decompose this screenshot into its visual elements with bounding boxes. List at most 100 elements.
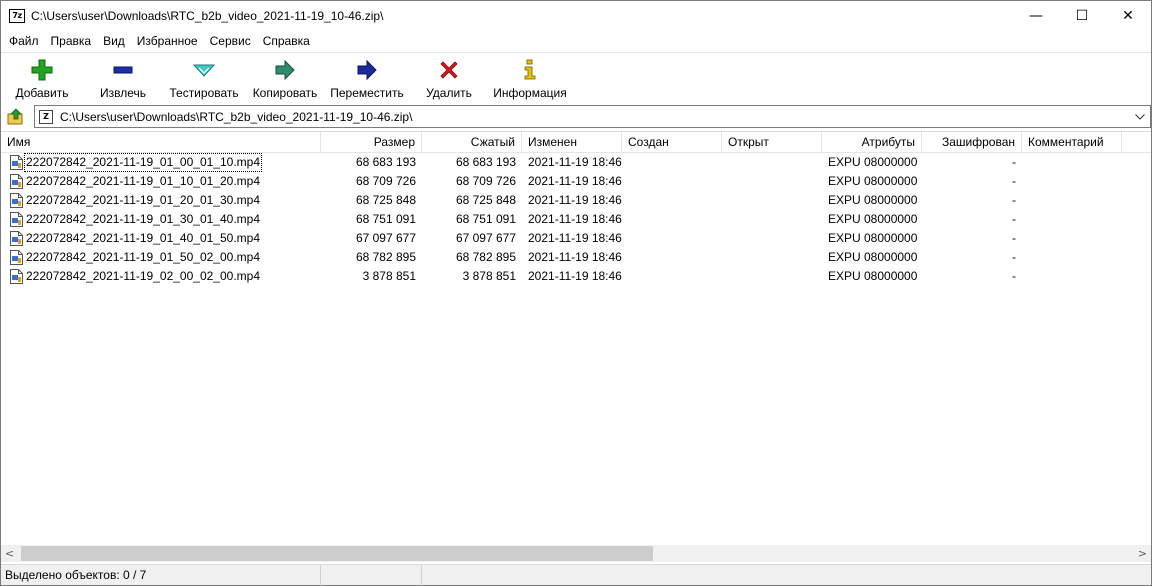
file-name[interactable]: 222072842_2021-11-19_01_10_01_20.mp4 [25,173,261,190]
minimize-button[interactable]: — [1013,1,1059,31]
file-row[interactable]: 222072842_2021-11-19_01_10_01_20.mp4 68 7… [1,172,1151,191]
menu-bar: Файл Правка Вид Избранное Сервис Справка [1,31,1151,51]
file-modified: 2021-11-19 18:46 [528,250,622,264]
file-row[interactable]: 222072842_2021-11-19_01_30_01_40.mp4 68 7… [1,210,1151,229]
scroll-thumb[interactable] [21,546,653,561]
file-packed-size: 68 683 193 [455,155,516,169]
add-button-label: Добавить [15,86,69,100]
file-modified: 2021-11-19 18:46 [528,193,622,207]
maximize-button[interactable]: ☐ [1059,1,1105,31]
file-comment [1022,153,1122,172]
path-input[interactable]: C:\Users\user\Downloads\RTC_b2b_video_20… [60,110,412,124]
file-size: 67 097 677 [355,231,416,245]
file-attributes: EXPU 08000000 [828,269,918,283]
status-selected-count: Выделено объектов: 0 / 7 [1,565,321,586]
folder-up-button[interactable] [6,107,26,127]
file-packed-size: 3 878 851 [462,269,516,283]
column-header-modified[interactable]: Изменен [522,132,622,153]
menu-help[interactable]: Справка [257,34,316,48]
file-row[interactable]: 222072842_2021-11-19_02_00_02_00.mp4 3 87… [1,267,1151,286]
file-accessed [722,229,822,248]
file-size: 68 709 726 [355,174,416,188]
scroll-left-button[interactable]: < [1,545,18,562]
video-file-icon [10,231,23,246]
column-header-attributes[interactable]: Атрибуты [822,132,922,153]
minus-icon [111,58,135,82]
status-extra [422,565,1151,586]
menu-view[interactable]: Вид [97,34,131,48]
file-list-header: Имя Размер Сжатый Изменен Создан Открыт … [1,132,1151,153]
title-bar[interactable]: 7z C:\Users\user\Downloads\RTC_b2b_video… [1,1,1151,31]
chevron-down-icon [1135,113,1145,120]
file-modified: 2021-11-19 18:46 [528,212,622,226]
video-file-icon [10,212,23,227]
file-size: 68 782 895 [355,250,416,264]
file-name[interactable]: 222072842_2021-11-19_01_40_01_50.mp4 [25,230,261,247]
file-name[interactable]: 222072842_2021-11-19_02_00_02_00.mp4 [25,268,261,285]
zip-archive-icon: Z [39,109,53,124]
file-packed-size: 67 097 677 [455,231,516,245]
info-button-label: Информация [493,86,567,100]
file-accessed [722,153,822,172]
file-accessed [722,210,822,229]
file-name[interactable]: 222072842_2021-11-19_01_20_01_30.mp4 [25,192,261,209]
move-button[interactable]: Переместить [325,53,409,101]
file-row[interactable]: 222072842_2021-11-19_01_40_01_50.mp4 67 0… [1,229,1151,248]
file-attributes: EXPU 08000000 [828,212,918,226]
scroll-right-button[interactable]: > [1134,545,1151,562]
menu-file[interactable]: Файл [3,34,45,48]
copy-button[interactable]: Копировать [245,53,325,101]
close-button[interactable]: ✕ [1105,1,1151,31]
file-created [622,191,722,210]
menu-tools[interactable]: Сервис [204,34,257,48]
horizontal-scrollbar[interactable]: < > [1,545,1151,562]
file-encrypted: - [1012,174,1016,188]
file-row[interactable]: 222072842_2021-11-19_01_00_01_10.mp4 68 6… [1,153,1151,172]
extract-button[interactable]: Извлечь [83,53,163,101]
file-name[interactable]: 222072842_2021-11-19_01_50_02_00.mp4 [25,249,261,266]
file-comment [1022,229,1122,248]
file-encrypted: - [1012,212,1016,226]
file-comment [1022,191,1122,210]
move-button-label: Переместить [330,86,404,100]
file-encrypted: - [1012,250,1016,264]
test-button[interactable]: Тестировать [163,53,245,101]
menu-favorites[interactable]: Избранное [131,34,204,48]
file-attributes: EXPU 08000000 [828,193,918,207]
file-created [622,248,722,267]
video-file-icon [10,174,23,189]
info-button[interactable]: Информация [489,53,571,101]
menu-edit[interactable]: Правка [45,34,98,48]
column-header-name[interactable]: Имя [1,132,321,153]
file-row[interactable]: 222072842_2021-11-19_01_20_01_30.mp4 68 7… [1,191,1151,210]
file-size: 68 751 091 [355,212,416,226]
file-name[interactable]: 222072842_2021-11-19_01_00_01_10.mp4 [24,153,262,172]
video-file-icon [10,155,23,170]
column-header-comment[interactable]: Комментарий [1022,132,1122,153]
file-modified: 2021-11-19 18:46 [528,174,622,188]
column-header-accessed[interactable]: Открыт [722,132,822,153]
column-header-size[interactable]: Размер [321,132,422,153]
file-created [622,210,722,229]
file-list[interactable]: Имя Размер Сжатый Изменен Создан Открыт … [1,131,1151,545]
add-button[interactable]: Добавить [1,53,83,101]
file-attributes: EXPU 08000000 [828,174,918,188]
path-combobox[interactable]: Z C:\Users\user\Downloads\RTC_b2b_video_… [34,105,1151,128]
file-accessed [722,172,822,191]
file-encrypted: - [1012,193,1016,207]
app-7zip-icon[interactable]: 7z [9,9,25,23]
path-dropdown-button[interactable] [1132,108,1148,125]
file-created [622,229,722,248]
file-comment [1022,172,1122,191]
info-icon [518,58,542,82]
file-comment [1022,210,1122,229]
delete-button[interactable]: Удалить [409,53,489,101]
file-modified: 2021-11-19 18:46 [528,269,622,283]
video-file-icon [10,269,23,284]
column-header-encrypted[interactable]: Зашифрован [922,132,1022,153]
file-name[interactable]: 222072842_2021-11-19_01_30_01_40.mp4 [25,211,261,228]
column-header-created[interactable]: Создан [622,132,722,153]
column-header-packed[interactable]: Сжатый [422,132,522,153]
archive-window: 7z C:\Users\user\Downloads\RTC_b2b_video… [0,0,1152,586]
file-row[interactable]: 222072842_2021-11-19_01_50_02_00.mp4 68 7… [1,248,1151,267]
